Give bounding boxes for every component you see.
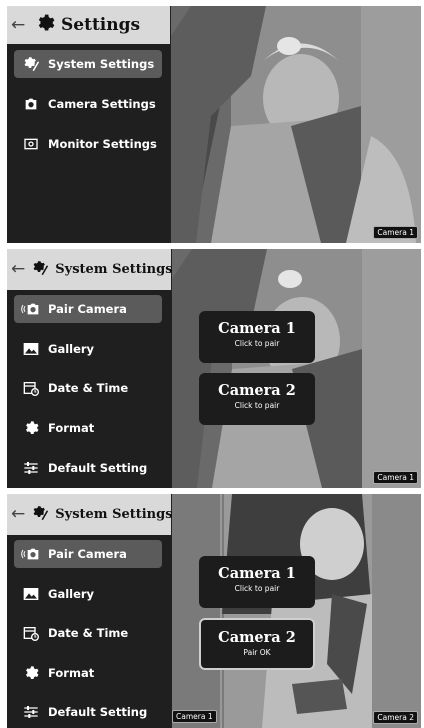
page-title: System Settings <box>55 507 173 522</box>
menu-item-gallery[interactable]: Gallery <box>14 580 162 608</box>
menu-item-pair-camera[interactable]: Pair Camera <box>14 295 162 323</box>
camera-video-feed: Camera 1 <box>171 6 421 243</box>
page-title: System Settings <box>55 262 173 277</box>
camera-name: Camera 1 <box>218 320 296 337</box>
baby-video-image <box>172 494 421 728</box>
menu-item-label: Format <box>48 421 95 435</box>
camera-name: Camera 1 <box>218 565 296 582</box>
calendar-clock-icon <box>20 625 42 641</box>
menu-item-label: Default Setting <box>48 705 148 719</box>
pair-status: Pair OK <box>243 648 271 657</box>
sliders-icon <box>20 704 42 720</box>
menu-item-label: Default Setting <box>48 461 148 475</box>
gear-icon <box>35 13 55 37</box>
pair-camera-1-button[interactable]: Camera 1 Click to pair <box>199 311 315 363</box>
camera-label-tag: Camera 1 <box>172 710 217 723</box>
system-settings-header: ← System Settings <box>7 249 173 290</box>
page-title: Settings <box>61 15 141 35</box>
system-settings-paired-screen: Camera 1 Click to pair Camera 2 Pair OK … <box>7 494 421 728</box>
system-settings-icon <box>31 504 49 526</box>
menu-item-gallery[interactable]: Gallery <box>14 335 162 363</box>
menu-item-default-setting[interactable]: Default Setting <box>14 698 162 726</box>
system-settings-icon <box>31 259 49 281</box>
baby-video-image <box>172 249 421 488</box>
menu-item-format[interactable]: Format <box>14 659 162 687</box>
pair-camera-2-button[interactable]: Camera 2 Pair OK <box>199 618 315 670</box>
menu-item-camera-settings[interactable]: Camera Settings <box>14 90 162 118</box>
back-arrow-icon[interactable]: ← <box>11 261 25 278</box>
system-settings-header: ← System Settings <box>7 494 173 535</box>
menu-item-pair-camera[interactable]: Pair Camera <box>14 540 162 568</box>
system-settings-sidebar: ← System Settings Pair Camera Gallery Da… <box>7 494 173 728</box>
menu-item-format[interactable]: Format <box>14 414 162 442</box>
pair-status: Click to pair <box>234 584 280 593</box>
menu-item-system-settings[interactable]: System Settings <box>14 50 162 78</box>
settings-header: ← Settings <box>7 6 170 44</box>
camera-name: Camera 2 <box>218 629 296 646</box>
menu-item-label: Date & Time <box>48 626 129 640</box>
format-gear-icon <box>20 420 42 436</box>
settings-sidebar: ← Settings System Settings Camera Settin… <box>7 6 170 243</box>
menu-item-label: Gallery <box>48 587 95 601</box>
settings-screen: Camera 1 ← Settings System Settings Came… <box>7 6 421 243</box>
split-view-divider <box>220 494 222 728</box>
camera-icon <box>20 96 42 112</box>
pair-camera-icon <box>20 546 42 562</box>
camera-video-feed: Camera 1 Click to pair Camera 2 Pair OK … <box>172 494 421 728</box>
menu-item-label: Camera Settings <box>48 97 156 111</box>
menu-item-label: Format <box>48 666 95 680</box>
back-arrow-icon[interactable]: ← <box>11 16 29 34</box>
back-arrow-icon[interactable]: ← <box>11 506 25 523</box>
gallery-icon <box>20 587 42 601</box>
gallery-icon <box>20 342 42 356</box>
camera-label-tag: Camera 1 <box>373 226 418 239</box>
menu-item-default-setting[interactable]: Default Setting <box>14 454 162 482</box>
pair-camera-1-button[interactable]: Camera 1 Click to pair <box>199 556 315 608</box>
baby-video-image <box>171 6 421 243</box>
monitor-icon <box>20 136 42 152</box>
system-settings-sidebar: ← System Settings Pair Camera Gallery Da… <box>7 249 173 488</box>
pair-status: Click to pair <box>234 401 280 410</box>
menu-item-date-time[interactable]: Date & Time <box>14 619 162 647</box>
menu-item-label: Gallery <box>48 342 95 356</box>
format-gear-icon <box>20 665 42 681</box>
system-settings-screen: Camera 1 Click to pair Camera 2 Click to… <box>7 249 421 488</box>
menu-item-label: Pair Camera <box>48 547 127 561</box>
camera-name: Camera 2 <box>218 382 296 399</box>
camera-label-tag: Camera 2 <box>373 711 418 724</box>
menu-item-monitor-settings[interactable]: Monitor Settings <box>14 130 162 158</box>
menu-item-label: System Settings <box>48 57 155 71</box>
camera-label-tag: Camera 1 <box>373 471 418 484</box>
pair-status: Click to pair <box>234 339 280 348</box>
system-settings-icon <box>20 55 42 73</box>
menu-item-label: Date & Time <box>48 381 129 395</box>
pair-camera-icon <box>20 301 42 317</box>
camera-video-feed: Camera 1 Click to pair Camera 2 Click to… <box>172 249 421 488</box>
pair-camera-2-button[interactable]: Camera 2 Click to pair <box>199 373 315 425</box>
sliders-icon <box>20 460 42 476</box>
menu-item-label: Monitor Settings <box>48 137 157 151</box>
menu-item-date-time[interactable]: Date & Time <box>14 374 162 402</box>
menu-item-label: Pair Camera <box>48 302 127 316</box>
calendar-clock-icon <box>20 380 42 396</box>
